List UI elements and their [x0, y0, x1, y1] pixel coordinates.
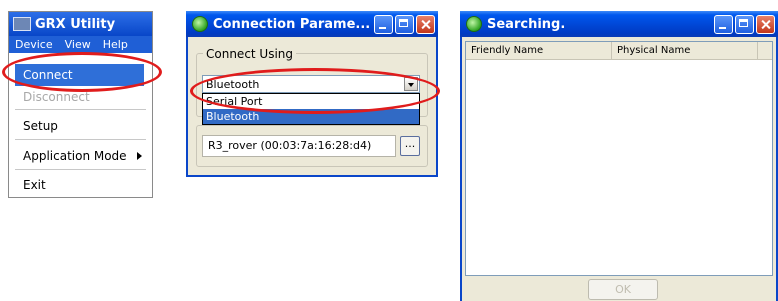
- maximize-icon[interactable]: [395, 14, 414, 34]
- maximize-icon[interactable]: [735, 14, 754, 34]
- column-physical-name[interactable]: Physical Name: [612, 42, 758, 59]
- menu-separator: [15, 109, 146, 110]
- browse-button[interactable]: ...: [400, 136, 420, 156]
- connection-window-title: Connection Parame...: [213, 16, 371, 32]
- app-icon: [192, 16, 208, 32]
- close-icon[interactable]: [416, 14, 435, 34]
- menu-separator: [15, 169, 146, 170]
- menu-item-application-mode[interactable]: Application Mode: [23, 149, 127, 163]
- grx-menu-bar: Device View Help: [9, 36, 152, 53]
- grx-utility-window: GRX Utility Device View Help Connect Dis…: [8, 11, 153, 198]
- connect-using-label: Connect Using: [203, 47, 297, 61]
- searching-title-bar[interactable]: Searching.: [460, 11, 778, 37]
- app-icon: [466, 16, 482, 32]
- grx-title-bar[interactable]: GRX Utility: [9, 12, 152, 36]
- menu-item-exit[interactable]: Exit: [23, 178, 46, 192]
- searching-window-title: Searching.: [487, 16, 566, 32]
- column-friendly-name[interactable]: Friendly Name: [466, 42, 612, 59]
- ok-button: OK: [588, 279, 658, 300]
- list-header: Friendly Name Physical Name: [466, 42, 772, 60]
- device-field[interactable]: R3_rover (00:03:7a:16:28:d4): [202, 135, 396, 157]
- highlight-oval-connect: [2, 52, 162, 92]
- connection-title-bar[interactable]: Connection Parame...: [186, 11, 438, 37]
- close-icon[interactable]: [756, 14, 775, 34]
- minimize-icon[interactable]: [714, 14, 733, 34]
- menu-device[interactable]: Device: [9, 38, 59, 51]
- submenu-arrow-icon: [137, 152, 142, 160]
- highlight-oval-dropdown: [190, 68, 440, 114]
- menu-help[interactable]: Help: [97, 38, 134, 51]
- menu-separator: [15, 139, 146, 140]
- minimize-icon[interactable]: [374, 14, 393, 34]
- menu-item-setup[interactable]: Setup: [23, 119, 58, 133]
- device-list[interactable]: Friendly Name Physical Name: [465, 41, 773, 276]
- grx-window-title: GRX Utility: [35, 16, 116, 32]
- menu-item-disconnect: Disconnect: [23, 90, 90, 104]
- menu-view[interactable]: View: [59, 38, 97, 51]
- app-icon: [13, 17, 31, 31]
- searching-window: Searching. Friendly Name Physical Name O…: [460, 11, 778, 301]
